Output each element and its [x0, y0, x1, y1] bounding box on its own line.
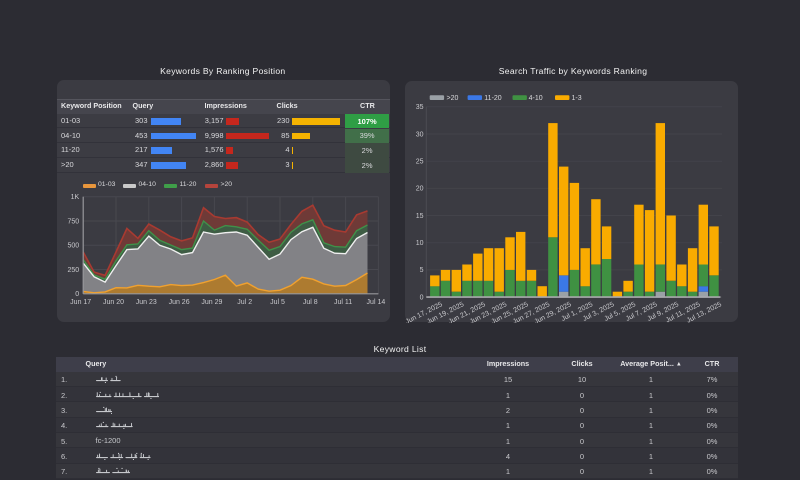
- svg-text:Jul 5: Jul 5: [270, 299, 285, 306]
- svg-text:4-10: 4-10: [529, 95, 543, 102]
- svg-text:>20: >20: [447, 95, 459, 102]
- svg-text:0: 0: [420, 294, 424, 301]
- svg-text:35: 35: [416, 104, 424, 111]
- svg-text:5: 5: [420, 267, 424, 274]
- svg-text:Jun 20: Jun 20: [102, 299, 123, 306]
- svg-text:Jul 2: Jul 2: [237, 299, 252, 306]
- svg-text:0: 0: [75, 291, 79, 298]
- svg-text:Jun 29: Jun 29: [201, 299, 222, 306]
- svg-text:Jun 23: Jun 23: [135, 299, 156, 306]
- svg-text:Jul 11: Jul 11: [334, 299, 352, 306]
- svg-text:750: 750: [67, 218, 79, 225]
- svg-text:Jul 8: Jul 8: [302, 299, 317, 306]
- svg-text:500: 500: [67, 243, 79, 250]
- svg-text:11-20: 11-20: [484, 95, 501, 102]
- svg-text:20: 20: [416, 185, 424, 192]
- svg-text:Jun 17: Jun 17: [70, 299, 91, 306]
- svg-text:Jul 14: Jul 14: [366, 299, 385, 306]
- svg-text:30: 30: [416, 131, 424, 138]
- svg-text:1-3: 1-3: [572, 95, 582, 102]
- svg-text:25: 25: [416, 158, 424, 165]
- svg-text:10: 10: [416, 240, 424, 247]
- svg-text:1K: 1K: [70, 194, 79, 201]
- svg-text:15: 15: [416, 212, 424, 219]
- svg-text:Jun 26: Jun 26: [168, 299, 189, 306]
- svg-text:250: 250: [67, 267, 79, 274]
